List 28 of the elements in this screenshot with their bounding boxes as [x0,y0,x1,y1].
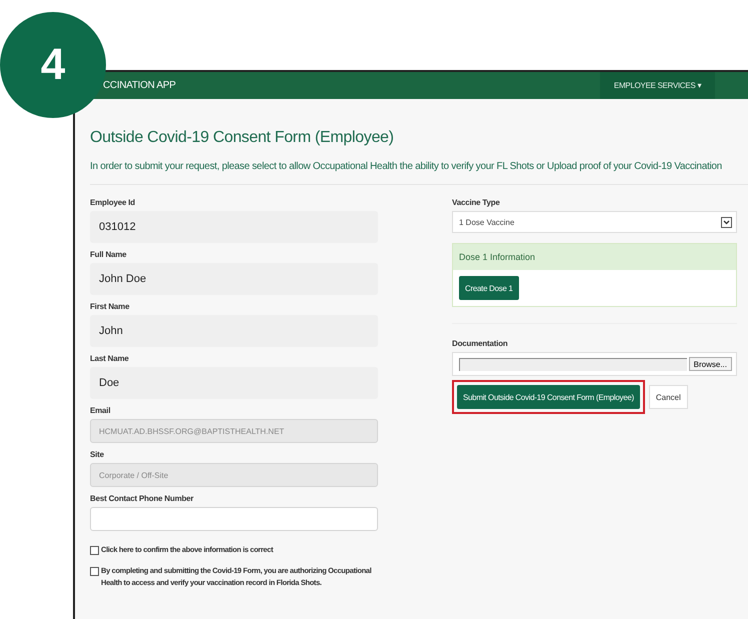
vaccine-type-select[interactable]: 1 Dose Vaccine [452,211,737,233]
input-field[interactable]: John [90,315,378,347]
chevron-down-icon [721,216,732,228]
input-field[interactable]: John Doe [90,263,378,295]
field-label: Documentation [452,339,509,348]
field-label: First Name [90,302,130,311]
field-label: Email [90,406,112,415]
field-label: Vaccine Type [452,198,501,207]
field-label: Last Name [90,354,130,363]
app-title: CCINATION APP [103,80,176,91]
checkbox[interactable] [90,567,99,576]
panel-title: Dose 1 Information [453,244,736,270]
create-dose-button[interactable]: Create Dose 1 [459,276,519,300]
checkbox[interactable] [90,546,99,555]
input-field[interactable] [90,507,378,531]
form-title: Outside Covid-19 Consent Form (Employee) [90,129,395,147]
submit-button[interactable]: Submit Outside Covid-19 Consent Form (Employee) [457,385,640,409]
input-field[interactable]: 031012 [90,211,378,243]
input-field[interactable]: Doe [90,367,378,399]
field-label: Site [90,450,105,459]
file-upload-field[interactable]: Browse... [452,352,737,376]
browse-button[interactable]: Browse... [688,357,732,371]
field-label: Best Contact Phone Number [90,494,194,503]
employee-services-menu[interactable]: EMPLOYEE SERVICES ▾ [600,72,715,99]
intro-text: In order to submit your request, please select to allow Occupational Health the ability to verify your FL Shots or Upload proof of your Covid-19 Vaccination [90,161,723,172]
field-label: Full Name [90,250,128,259]
cancel-button[interactable]: Cancel [648,385,688,409]
field-label: Employee Id [90,198,136,207]
